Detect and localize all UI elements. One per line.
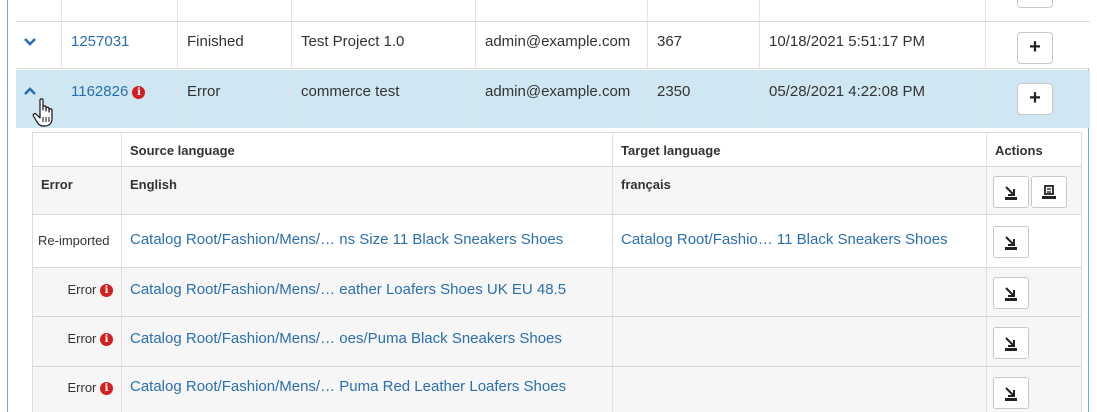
- source-file-link[interactable]: Catalog Root/Fashion/Mens/… eather Loafe…: [130, 281, 566, 298]
- import-button[interactable]: [993, 327, 1029, 359]
- export-icon: [1042, 185, 1056, 199]
- table-row: Error English français: [33, 167, 1081, 215]
- item-status: Error: [67, 282, 97, 297]
- job-status: Finished: [177, 22, 291, 68]
- item-status: Error: [67, 380, 97, 395]
- add-button[interactable]: [1017, 0, 1053, 8]
- table-row-selected: 1162826 i Error commerce test admin@exam…: [16, 70, 1090, 128]
- list-item: Error i Catalog Root/Fashion/Mens/… oes/…: [33, 317, 1081, 367]
- job-project: commerce test: [291, 70, 475, 128]
- source-file-link[interactable]: Catalog Root/Fashion/Mens/… oes/Puma Bla…: [130, 330, 562, 347]
- list-item: Re-imported Catalog Root/Fashion/Mens/… …: [33, 215, 1081, 268]
- chevron-down-icon[interactable]: [24, 34, 36, 50]
- import-icon: [1005, 387, 1017, 401]
- import-icon: [1005, 337, 1017, 351]
- info-circle-icon[interactable]: i: [100, 284, 113, 297]
- job-project: Test Project 1.0: [291, 22, 475, 68]
- header-source-language: Source language: [121, 133, 612, 166]
- job-count: 367: [647, 22, 759, 68]
- table-row-partial: [16, 0, 1090, 22]
- import-icon: [1005, 287, 1017, 301]
- job-date: 10/18/2021 5:51:17 PM: [759, 22, 985, 68]
- plus-icon: +: [1029, 87, 1041, 109]
- list-item: Error i Catalog Root/Fashion/Mens/… eath…: [33, 268, 1081, 317]
- item-status: Error: [67, 331, 97, 346]
- job-count: 2350: [647, 70, 759, 128]
- import-icon: [1005, 236, 1017, 250]
- job-user: admin@example.com: [475, 22, 647, 68]
- info-circle-icon[interactable]: i: [132, 86, 146, 99]
- list-item: Error i Catalog Root/Fashion/Mens/… Puma…: [33, 367, 1081, 412]
- chevron-up-icon[interactable]: [24, 83, 36, 99]
- source-language: English: [121, 167, 612, 214]
- add-button[interactable]: +: [1017, 83, 1053, 115]
- import-button[interactable]: [993, 176, 1029, 208]
- header-actions: Actions: [986, 133, 1083, 166]
- table-row: 1257031 Finished Test Project 1.0 admin@…: [16, 22, 1090, 69]
- job-user: admin@example.com: [475, 70, 647, 128]
- import-button[interactable]: [993, 377, 1029, 409]
- job-status: Error: [177, 70, 291, 128]
- source-file-link[interactable]: Catalog Root/Fashion/Mens/… Puma Red Lea…: [130, 378, 566, 395]
- job-id-link[interactable]: 1257031: [71, 33, 129, 50]
- target-file-link[interactable]: Catalog Root/Fashio… 11 Black Sneakers S…: [621, 231, 948, 248]
- table-header: Source language Target language Actions: [33, 133, 1081, 167]
- import-button[interactable]: [993, 226, 1029, 258]
- source-file-link[interactable]: Catalog Root/Fashion/Mens/… ns Size 11 B…: [130, 231, 563, 248]
- plus-icon: +: [1029, 36, 1041, 58]
- hand-cursor-icon: [32, 98, 53, 127]
- language-detail-table: Source language Target language Actions …: [32, 132, 1082, 412]
- header-target-language: Target language: [612, 133, 986, 166]
- import-button[interactable]: [993, 277, 1029, 309]
- info-circle-icon[interactable]: i: [100, 382, 113, 395]
- status-label: Error: [41, 177, 73, 192]
- import-icon: [1005, 186, 1017, 200]
- info-circle-icon[interactable]: i: [100, 333, 113, 346]
- item-status: Re-imported: [38, 233, 110, 248]
- add-button[interactable]: +: [1017, 32, 1053, 64]
- target-language: français: [612, 167, 986, 214]
- job-id-link[interactable]: 1162826: [71, 83, 128, 100]
- job-date: 05/28/2021 4:22:08 PM: [759, 70, 985, 128]
- export-button[interactable]: [1031, 176, 1067, 208]
